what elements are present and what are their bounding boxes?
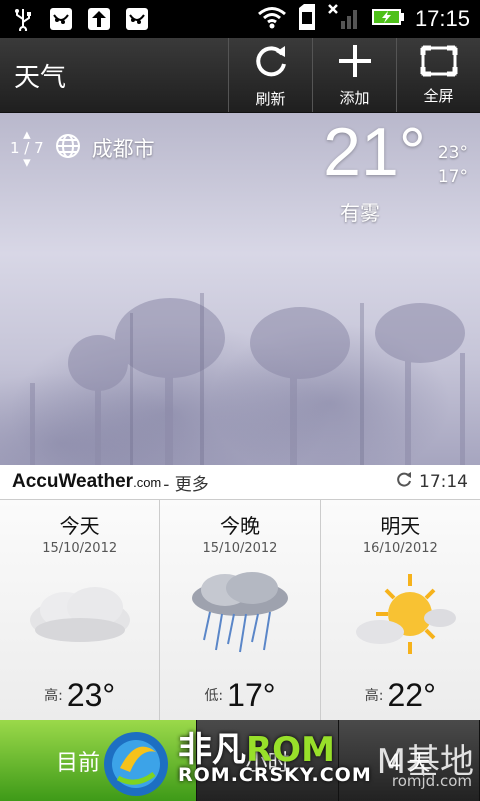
status-bar: 17:15 (0, 0, 480, 38)
more-link[interactable]: - 更多 (163, 470, 209, 495)
current-condition: 有雾 (340, 201, 380, 225)
rain-icon (160, 560, 319, 670)
refresh-button[interactable]: 刷新 (228, 38, 312, 112)
upload-icon (86, 6, 112, 32)
forecast-panel: 今天 15/10/2012 高: 23° 今晚 15/10/2012 低: 17… (0, 500, 480, 720)
fullscreen-button[interactable]: 全屏 (396, 38, 480, 112)
forecast-temp-label: 低: (204, 688, 224, 704)
forecast-day: 明天 (380, 514, 421, 538)
app-bar: 天气 刷新 添加 全屏 (0, 38, 480, 113)
no-signal-icon (327, 3, 361, 35)
forecast-day: 今晚 (219, 514, 260, 538)
current-low: 17° (437, 167, 468, 187)
sun-cloud-icon (321, 560, 480, 670)
plus-icon (337, 43, 373, 83)
forecast-day: 今天 (59, 514, 100, 538)
city-name: 成都市 (91, 137, 155, 161)
refresh-icon (252, 42, 290, 84)
forecast-date: 16/10/2012 (362, 541, 438, 556)
status-time: 17:15 (414, 6, 470, 31)
forecast-temp-label: 高: (364, 688, 384, 704)
forecast-temp-label: 高: (44, 688, 63, 704)
tab-4day[interactable]: 4 天 (338, 720, 480, 801)
forecast-temp: 低: 17° (160, 677, 319, 714)
usb-icon (10, 6, 36, 32)
battery-charging-icon (371, 7, 405, 31)
forecast-temp-value: 23° (66, 677, 116, 713)
fullscreen-icon (420, 45, 458, 81)
wifi-icon (257, 5, 287, 33)
add-label: 添加 (339, 88, 370, 107)
current-temperature: 21° (323, 114, 426, 190)
provider-bar: AccuWeather.com - 更多 17:14 (0, 465, 480, 500)
tab-hourly[interactable]: 小时 (197, 720, 339, 801)
forecast-date: 15/10/2012 (202, 541, 278, 556)
forecast-temp-value: 22° (387, 677, 436, 713)
forecast-tonight[interactable]: 今晚 15/10/2012 低: 17° (160, 500, 321, 720)
forecast-today[interactable]: 今天 15/10/2012 高: 23° (0, 500, 161, 720)
updated-time[interactable]: 17:14 (395, 471, 468, 494)
tab-current[interactable]: 目前 (0, 720, 198, 801)
accuweather-logo[interactable]: AccuWeather.com (12, 471, 161, 493)
notification-app-icon-2 (124, 6, 150, 32)
globe-icon[interactable] (54, 132, 82, 164)
weather-hero[interactable]: ▴ 1 / 7 ▾ 成都市 21° 23° 17° 有雾 (0, 113, 480, 465)
forecast-temp: 高: 22° (321, 677, 480, 714)
notification-app-icon (48, 6, 74, 32)
app-title: 天气 (14, 62, 67, 93)
forecast-tomorrow[interactable]: 明天 16/10/2012 高: 22° (320, 500, 480, 720)
current-high: 23° (437, 143, 468, 163)
refresh-label: 刷新 (255, 89, 286, 108)
forecast-temp: 高: 23° (0, 677, 159, 714)
refresh-small-icon (395, 471, 413, 494)
location-pager[interactable]: ▴ 1 / 7 ▾ (10, 127, 44, 171)
forecast-temp-value: 17° (227, 677, 276, 713)
location-nav: ▴ 1 / 7 ▾ 成都市 (10, 127, 155, 171)
fog-icon (0, 560, 159, 670)
sd-card-icon (297, 4, 317, 34)
view-tabs: 目前 小时 4 天 非凡ROM ROM.CRSKY.COM M基地 romjd.… (0, 720, 480, 801)
fullscreen-label: 全屏 (423, 86, 454, 105)
current-high-low: 23° 17° (438, 141, 468, 189)
forecast-date: 15/10/2012 (42, 541, 118, 556)
chevron-down-icon: ▾ (23, 153, 31, 171)
add-button[interactable]: 添加 (312, 38, 396, 112)
